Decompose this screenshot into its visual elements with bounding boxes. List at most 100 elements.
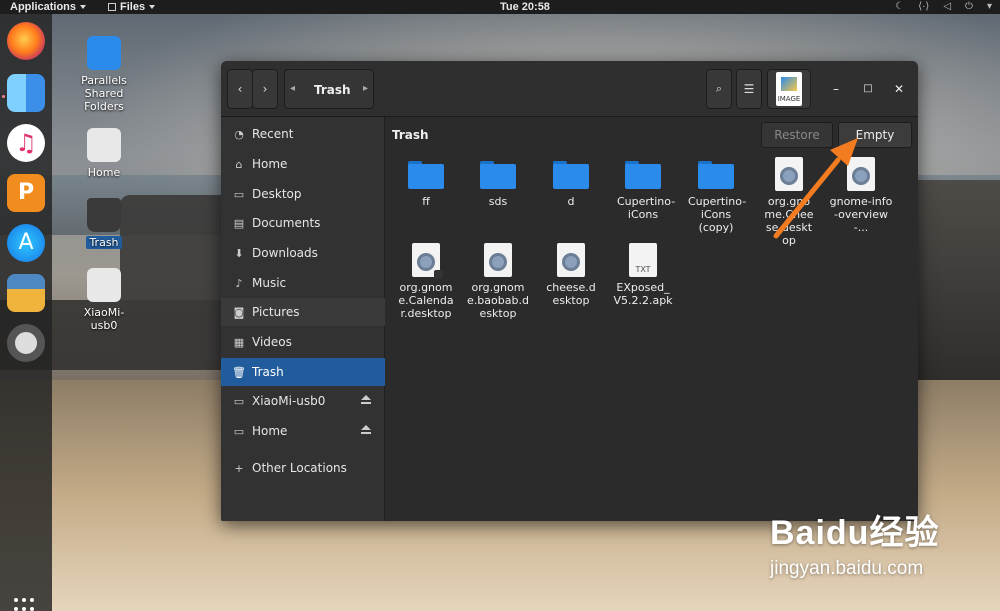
document-icon: ▤ (233, 216, 245, 230)
file-view: Trash Restore Empty ff sds d Cupertino-i… (385, 117, 918, 521)
header-bar: ‹ › ◂ Trash ▸ ⌕ ☰ IMAGE – □ ✕ (221, 61, 918, 117)
sidebar-item-desktop[interactable]: ▭ Desktop (221, 180, 385, 208)
files-app-icon (108, 3, 116, 11)
sidebar: ◔ Recent ⌂ Home ▭ Desktop ▤ Documents ⬇ … (221, 117, 385, 521)
forward-button[interactable]: › (252, 69, 278, 109)
text-file-icon: TXT (629, 243, 657, 277)
text-file-badge: TXT (635, 265, 651, 274)
files-window: ‹ › ◂ Trash ▸ ⌕ ☰ IMAGE – □ ✕ ◔ Recent ⌂… (221, 61, 918, 521)
trash-icon (87, 198, 121, 232)
minimize-button[interactable]: – (828, 81, 844, 97)
file-label: d (567, 195, 575, 208)
chevron-down-icon: ▾ (986, 1, 992, 12)
sidebar-item-home[interactable]: ⌂ Home (221, 150, 385, 178)
show-applications-button[interactable] (14, 598, 38, 611)
file-item[interactable]: org.gnome.baobab.desktop (462, 243, 534, 320)
image-thumbnail-graphic (781, 77, 797, 91)
pier-right (915, 180, 1000, 400)
breadcrumb[interactable]: ◂ Trash ▸ (284, 69, 374, 109)
folder-icon (480, 161, 516, 189)
applications-menu[interactable]: Applications (10, 0, 87, 14)
sidebar-item-downloads[interactable]: ⬇ Downloads (221, 239, 385, 267)
music-note-icon: ♫ (15, 129, 37, 157)
chevron-right-icon: › (262, 82, 268, 96)
firefox-icon[interactable] (7, 22, 45, 60)
page-title: Trash (392, 128, 429, 142)
file-item[interactable]: org.gnome.Calendar.desktop (390, 243, 462, 320)
restore-button[interactable]: Restore (761, 122, 833, 148)
desktop-icon-trash[interactable]: Trash (74, 198, 134, 249)
file-item[interactable]: gnome-info-overview-... (825, 157, 897, 234)
sidebar-item-xiaomi-usb0[interactable]: ▭ XiaoMi-usb0 (221, 387, 385, 415)
eject-icon[interactable] (361, 395, 371, 404)
desktop-icon-shared-folders[interactable]: Parallels Shared Folders (74, 36, 134, 113)
sidebar-item-recent[interactable]: ◔ Recent (221, 120, 385, 148)
watermark: Baidu经验 jingyan.baidu.com (770, 505, 939, 580)
sidebar-item-trash[interactable]: 🗑 Trash (221, 358, 385, 386)
music-icon[interactable]: ♫ (7, 124, 45, 162)
home-icon: ⌂ (235, 157, 243, 171)
file-label: ff (422, 195, 430, 208)
search-icon: ⌕ (715, 82, 723, 95)
desktop-icon-label: XiaoMi-usb0 (83, 306, 125, 332)
image-thumbnail-label: IMAGE (777, 95, 801, 103)
drive-icon: ▭ (233, 394, 245, 408)
sidebar-item-label: Music (252, 276, 287, 290)
sidebar-item-documents[interactable]: ▤ Documents (221, 209, 385, 237)
file-label: Cupertino-iCons (copy) (688, 195, 747, 234)
file-item[interactable]: TXT EXposed_V5.2.2.apk (607, 243, 679, 307)
sidebar-item-pictures[interactable]: ◙ Pictures (221, 298, 385, 326)
maximize-button[interactable]: □ (860, 81, 876, 97)
eject-icon[interactable] (361, 425, 371, 434)
sidebar-item-videos[interactable]: ▦ Videos (221, 328, 385, 356)
desktop-icon: ▭ (233, 187, 245, 201)
file-item[interactable]: Cupertino-iCons (607, 161, 679, 221)
sidebar-item-other-locations[interactable]: + Other Locations (221, 454, 385, 482)
file-label: EXposed_V5.2.2.apk (613, 281, 673, 307)
camera-icon: ◙ (233, 305, 245, 319)
search-button[interactable]: ⌕ (706, 69, 732, 109)
file-item[interactable]: sds (462, 161, 534, 208)
trash-icon: 🗑 (232, 365, 246, 379)
chevron-right-icon: ▸ (362, 83, 368, 94)
file-item[interactable]: cheese.desktop (535, 243, 607, 307)
installer-icon[interactable] (7, 274, 45, 312)
system-tray[interactable]: ☾ ⟨·⟩ ◁ ⏻ ▾ (895, 1, 992, 12)
back-button[interactable]: ‹ (227, 69, 253, 109)
close-button[interactable]: ✕ (891, 81, 907, 97)
sidebar-item-label: Trash (252, 365, 284, 379)
file-label: org.gnome.baobab.desktop (467, 281, 529, 320)
desktop-icon-xiaomi[interactable]: XiaoMi-usb0 (74, 268, 134, 332)
files-menu[interactable]: Files (108, 0, 156, 14)
lifebuoy-icon[interactable] (7, 324, 45, 362)
breadcrumb-current: Trash (314, 83, 351, 97)
desktop-icon-label: Home (87, 166, 121, 179)
chevron-down-icon (80, 5, 87, 10)
chevron-left-icon: ◂ (290, 83, 296, 94)
presentation-icon[interactable]: P (7, 174, 45, 212)
sidebar-item-label: Home (252, 424, 288, 438)
desktop-file-icon (557, 243, 585, 277)
sidebar-item-home-drive[interactable]: ▭ Home (221, 417, 385, 445)
file-label: Cupertino-iCons (617, 195, 676, 221)
file-label: org.gnome.Calendar.desktop (398, 281, 454, 320)
chevron-left-icon: ‹ (237, 82, 243, 96)
sidebar-item-label: Home (252, 157, 288, 171)
sidebar-item-label: Documents (252, 216, 321, 230)
eject-drive-icon (87, 268, 121, 302)
desktop-file-icon (775, 157, 803, 191)
file-item[interactable]: d (535, 161, 607, 208)
file-item[interactable]: org.gnome.Cheese.desktop (753, 157, 825, 247)
app-store-icon[interactable]: A (7, 224, 45, 262)
sidebar-item-music[interactable]: ♪ Music (221, 269, 385, 297)
file-item[interactable]: ff (390, 161, 462, 208)
empty-trash-button[interactable]: Empty (838, 122, 912, 148)
finder-icon[interactable] (7, 74, 45, 112)
clock[interactable]: Tue 20:58 (500, 0, 550, 14)
desktop-icon-label: Trash (86, 236, 122, 249)
file-label: org.gnome.Cheese.desktop (764, 195, 814, 247)
file-item[interactable]: Cupertino-iCons (copy) (680, 161, 752, 234)
desktop-icon-home[interactable]: Home (74, 128, 134, 179)
view-options-button[interactable]: ☰ (736, 69, 762, 109)
image-view-button[interactable]: IMAGE (767, 69, 811, 109)
